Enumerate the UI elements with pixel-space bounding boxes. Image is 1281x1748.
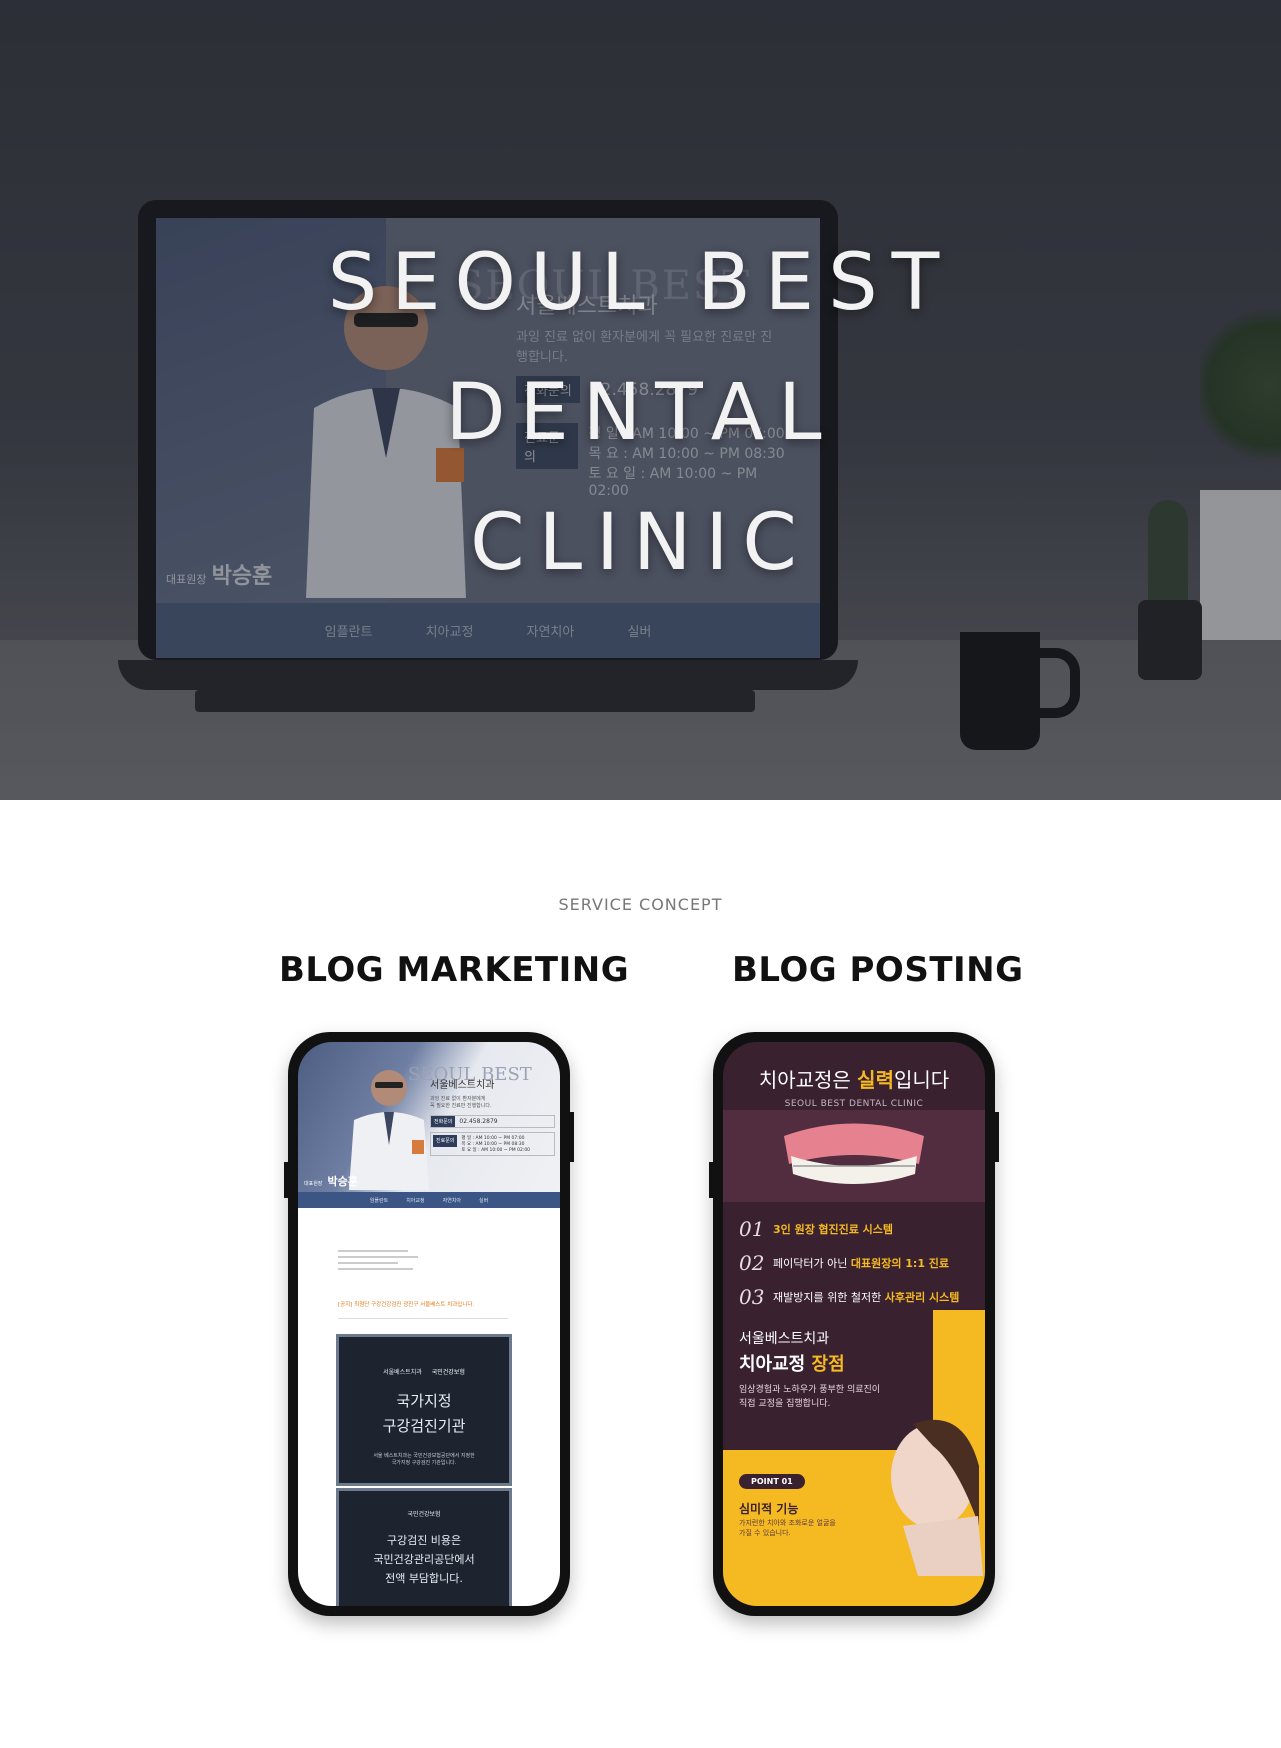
feature-list: 01 3인 원장 협진진료 시스템 02 페이닥터가 아닌 대표원장의 1:1 …: [739, 1212, 979, 1314]
feature-highlight: 사후관리 시스템: [884, 1291, 960, 1304]
hero-title-line: SEOUL BEST: [327, 238, 954, 328]
feature-text: 3인 원장: [773, 1223, 815, 1236]
strength-clinic: 서울베스트치과: [739, 1331, 830, 1347]
posting-page: 치아교정은 실력입니다 SEOUL BEST DENTAL CLINIC 01 …: [723, 1042, 985, 1606]
left-phone-mockup: SEOUL BEST 서울베스트치과 과잉 진료 없이 환자분에게 꼭 필요한 …: [284, 1032, 574, 1616]
blog-hours-line: 토 요 일 : AM 10:00 ~ PM 02:00: [461, 1148, 531, 1153]
card-logo-row: 서울베스트치과 국민건강보험: [339, 1367, 509, 1376]
headline-highlight: 실력: [857, 1068, 894, 1092]
phone-side-button: [709, 1162, 714, 1198]
card2-logo: 국민건강보험: [407, 1511, 441, 1518]
blog-doctor-title: 대표원장: [304, 1181, 323, 1187]
blog-nav-item[interactable]: 자연치아: [443, 1197, 461, 1204]
blog-nav-item[interactable]: 임플란트: [370, 1197, 388, 1204]
blog-info: 서울베스트치과 과잉 진료 없이 환자분에게 꼭 필요한 진료만 진행합니다. …: [430, 1076, 555, 1156]
section-label: SERVICE CONCEPT: [558, 895, 723, 914]
dental-braces-icon: [784, 1123, 924, 1184]
blog-body: [공지] 최첨단 구강건강검진 광진구 서울베스트 치과입니다. 서울베스트치과…: [298, 1208, 560, 1606]
blog-header: SEOUL BEST 서울베스트치과 과잉 진료 없이 환자분에게 꼭 필요한 …: [298, 1042, 560, 1192]
feature-number: 02: [739, 1251, 765, 1275]
blog-line-placeholder: [338, 1256, 418, 1258]
feature-number: 03: [739, 1285, 765, 1309]
blog-doctor-name: 박승훈: [327, 1175, 358, 1188]
hero-banner: SEOUL BEST 서울베스트치과 과잉 진료 없이 환자분에게 꼭 필요한 …: [0, 0, 1281, 800]
card2-line: 구강검진 비용은: [386, 1534, 462, 1547]
feature-item: 03 재발방지를 위한 철저한 사후관리 시스템: [739, 1280, 979, 1314]
model-profile-image: [891, 1419, 983, 1576]
blog-line-placeholder: [338, 1262, 398, 1264]
posting-subtitle: SEOUL BEST DENTAL CLINIC: [784, 1099, 924, 1109]
blog-line-placeholder: [338, 1250, 408, 1252]
strength-title-highlight: 장점: [811, 1354, 845, 1375]
card-title: 구강검진기관: [382, 1417, 466, 1435]
strength-desc: 직접 교정을 집행합니다.: [739, 1399, 831, 1409]
feature-item: 02 페이닥터가 아닌 대표원장의 1:1 진료: [739, 1246, 979, 1280]
blog-tagline: 꼭 필요한 진료만 진행합니다.: [430, 1103, 492, 1109]
card-partner-logo: 국민건강보험: [431, 1369, 465, 1376]
strength-title: 치아교정 장점: [739, 1350, 845, 1376]
blog-card-health-checkup: 서울베스트치과 국민건강보험 국가지정 구강검진기관 서울 베스트치과는 국민건…: [336, 1334, 512, 1486]
blog-tagline: 과잉 진료 없이 환자분에게: [430, 1096, 486, 1102]
blog-nav-item[interactable]: 실버: [479, 1197, 488, 1204]
blog-doctor-label: 대표원장 박승훈: [304, 1170, 358, 1189]
card-clinic-logo: 서울베스트치과: [383, 1369, 422, 1376]
left-column-title: BLOG MARKETING: [279, 950, 630, 990]
blog-nav: 임플란트 치아교정 자연치아 실버: [298, 1192, 560, 1208]
right-phone-mockup: 치아교정은 실력입니다 SEOUL BEST DENTAL CLINIC 01 …: [709, 1032, 999, 1616]
point-desc: 가지런한 치아와 조화로운 얼굴을: [739, 1519, 836, 1527]
blog-post-title[interactable]: [공지] 최첨단 구강건강검진 광진구 서울베스트 치과입니다.: [338, 1300, 518, 1308]
blog-card-cost: 국민건강보험 구강검진 비용은 국민건강관리공단에서 전액 부담합니다.: [336, 1488, 512, 1606]
blog-nav-item[interactable]: 치아교정: [406, 1197, 424, 1204]
blog-divider: [338, 1318, 508, 1319]
left-phone-screen: SEOUL BEST 서울베스트치과 과잉 진료 없이 환자분에게 꼭 필요한 …: [298, 1042, 560, 1606]
right-phone-screen: 치아교정은 실력입니다 SEOUL BEST DENTAL CLINIC 01 …: [723, 1042, 985, 1606]
phone-side-button: [569, 1112, 574, 1162]
card2-line: 전액 부담합니다.: [385, 1572, 463, 1585]
blog-hours-row: 진료문의 평 일 : AM 10:00 ~ PM 07:00 목 요 : AM …: [430, 1132, 555, 1156]
point-badge: POINT 01: [739, 1474, 805, 1489]
feature-highlight: 대표원장의 1:1 진료: [850, 1257, 950, 1270]
feature-text: 페이닥터가 아닌: [773, 1257, 848, 1270]
strength-section: 서울베스트치과 치아교정 장점 임상경험과 노하우가 풍부한 의료진이 직접 교…: [723, 1310, 985, 1606]
strength-title-pre: 치아교정: [739, 1354, 812, 1375]
blog-clinic-name: 서울베스트치과: [430, 1080, 495, 1091]
feature-item: 01 3인 원장 협진진료 시스템: [739, 1212, 979, 1246]
feature-text: 재발방지를 위한 철저한: [773, 1291, 882, 1304]
card2-line: 국민건강관리공단에서: [373, 1553, 475, 1566]
point-title: 심미적 기능: [739, 1502, 799, 1516]
card-desc: 서울 베스트치과는 국민건강보험공단에서 지정한: [373, 1453, 475, 1459]
blog-hours-lines: 평 일 : AM 10:00 ~ PM 07:00 목 요 : AM 10:00…: [461, 1135, 530, 1153]
card-desc: 국가지정 구강검진 기관입니다.: [391, 1460, 457, 1466]
blog-post-lines: [338, 1250, 508, 1284]
posting-headline: 치아교정은 실력입니다: [723, 1064, 985, 1093]
strength-desc: 임상경험과 노하우가 풍부한 의료진이: [739, 1385, 881, 1395]
blog-phone-value: 02.458.2879: [459, 1118, 498, 1125]
phone-side-button: [284, 1162, 289, 1198]
right-column-title: BLOG POSTING: [732, 950, 1024, 990]
hero-title-line: CLINIC: [470, 498, 811, 588]
teeth-band: [723, 1110, 985, 1202]
hero-title: SEOUL BEST DENTAL CLINIC: [0, 218, 1281, 608]
hero-title-line: DENTAL: [445, 368, 836, 458]
blog-hours-label: 진료문의: [433, 1135, 458, 1147]
blog-line-placeholder: [338, 1268, 413, 1270]
blog-phone-label: 전화문의: [431, 1116, 456, 1127]
headline-pre: 치아교정은: [758, 1068, 858, 1092]
headline-post: 입니다: [893, 1068, 950, 1092]
phone-side-button: [994, 1112, 999, 1162]
point-desc: 가질 수 있습니다.: [739, 1529, 791, 1537]
card-title: 국가지정: [396, 1392, 452, 1410]
feature-number: 01: [739, 1217, 765, 1241]
feature-highlight: 협진진료 시스템: [818, 1223, 894, 1236]
blog-phone-row: 전화문의 02.458.2879: [430, 1115, 555, 1128]
